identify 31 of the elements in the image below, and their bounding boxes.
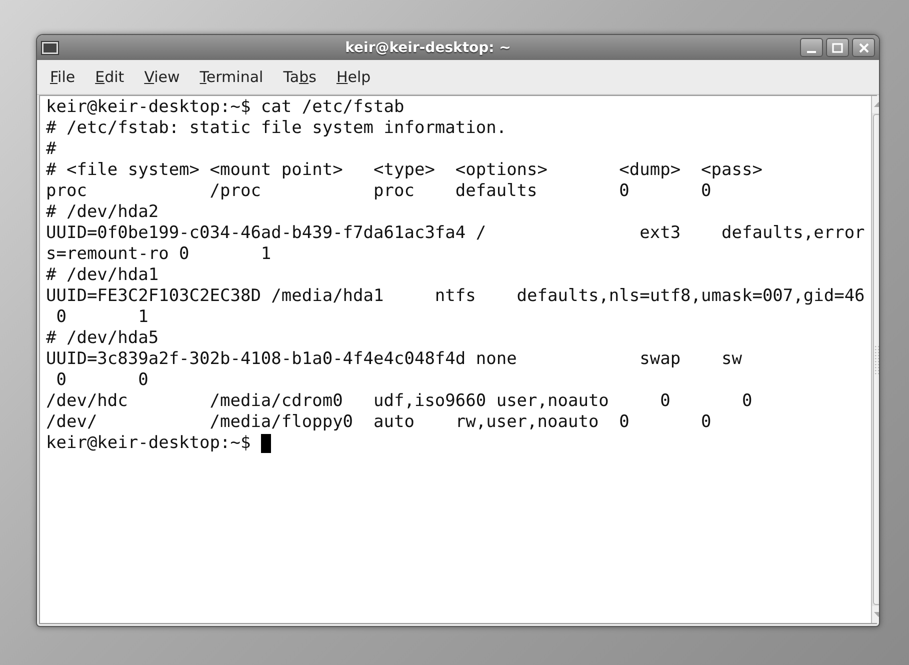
terminal-line: # /etc/fstab: static file system information. <box>46 118 508 139</box>
window-title: keir@keir-desktop: ~ <box>344 40 512 56</box>
close-icon <box>858 42 868 52</box>
minimize-button[interactable] <box>800 38 823 57</box>
terminal-line: UUID=FE3C2F103C2EC38D /media/hda1 ntfs defaults,nls=utf8,umask=007,gid=46 <box>46 286 865 307</box>
maximize-icon <box>832 42 843 52</box>
menu-item[interactable]: File <box>42 65 84 89</box>
terminal-line: UUID=0f0be199-c034-46ad-b439-f7da61ac3fa4 / ext3 defaults,error <box>46 223 865 244</box>
maximize-button[interactable] <box>826 38 849 57</box>
menu-item[interactable]: Help <box>328 65 379 89</box>
terminal-line: 0 0 <box>55 370 150 391</box>
terminal-line: 0 1 <box>55 307 150 328</box>
menu-item[interactable]: Terminal <box>192 65 272 89</box>
terminal-line: # /dev/hda5 <box>46 328 160 349</box>
menu-item[interactable]: Tabs <box>275 65 324 89</box>
minimize-icon <box>807 50 816 52</box>
terminal-line: # <file system> <mount point> <type> <options> <dump> <pass> <box>46 160 764 181</box>
terminal-line: # <box>46 139 58 160</box>
terminal-line: keir@keir-desktop:~$ cat /etc/fstab <box>46 97 406 118</box>
terminal-line: s=remount-ro 0 1 <box>46 244 272 265</box>
shell-prompt: keir@keir-desktop:~$ <box>46 433 252 454</box>
terminal-app-icon <box>41 40 59 54</box>
terminal-line: /dev/ /media/floppy0 auto rw,user,noauto 0 0 <box>46 412 712 433</box>
terminal-line: # /dev/hda1 <box>46 265 160 286</box>
terminal-line: UUID=3c839a2f-302b-4108-b1a0-4f4e4c048f4d none swap sw <box>46 349 743 370</box>
terminal-line: # /dev/hda2 <box>46 202 160 223</box>
menu-item[interactable]: View <box>136 65 188 89</box>
menu-item[interactable]: Edit <box>87 65 132 89</box>
terminal-line: /dev/hdc /media/cdrom0 udf,iso9660 user,noauto 0 0 <box>46 391 754 412</box>
terminal-line: proc /proc proc defaults 0 0 <box>46 181 712 202</box>
close-button[interactable] <box>852 38 875 57</box>
